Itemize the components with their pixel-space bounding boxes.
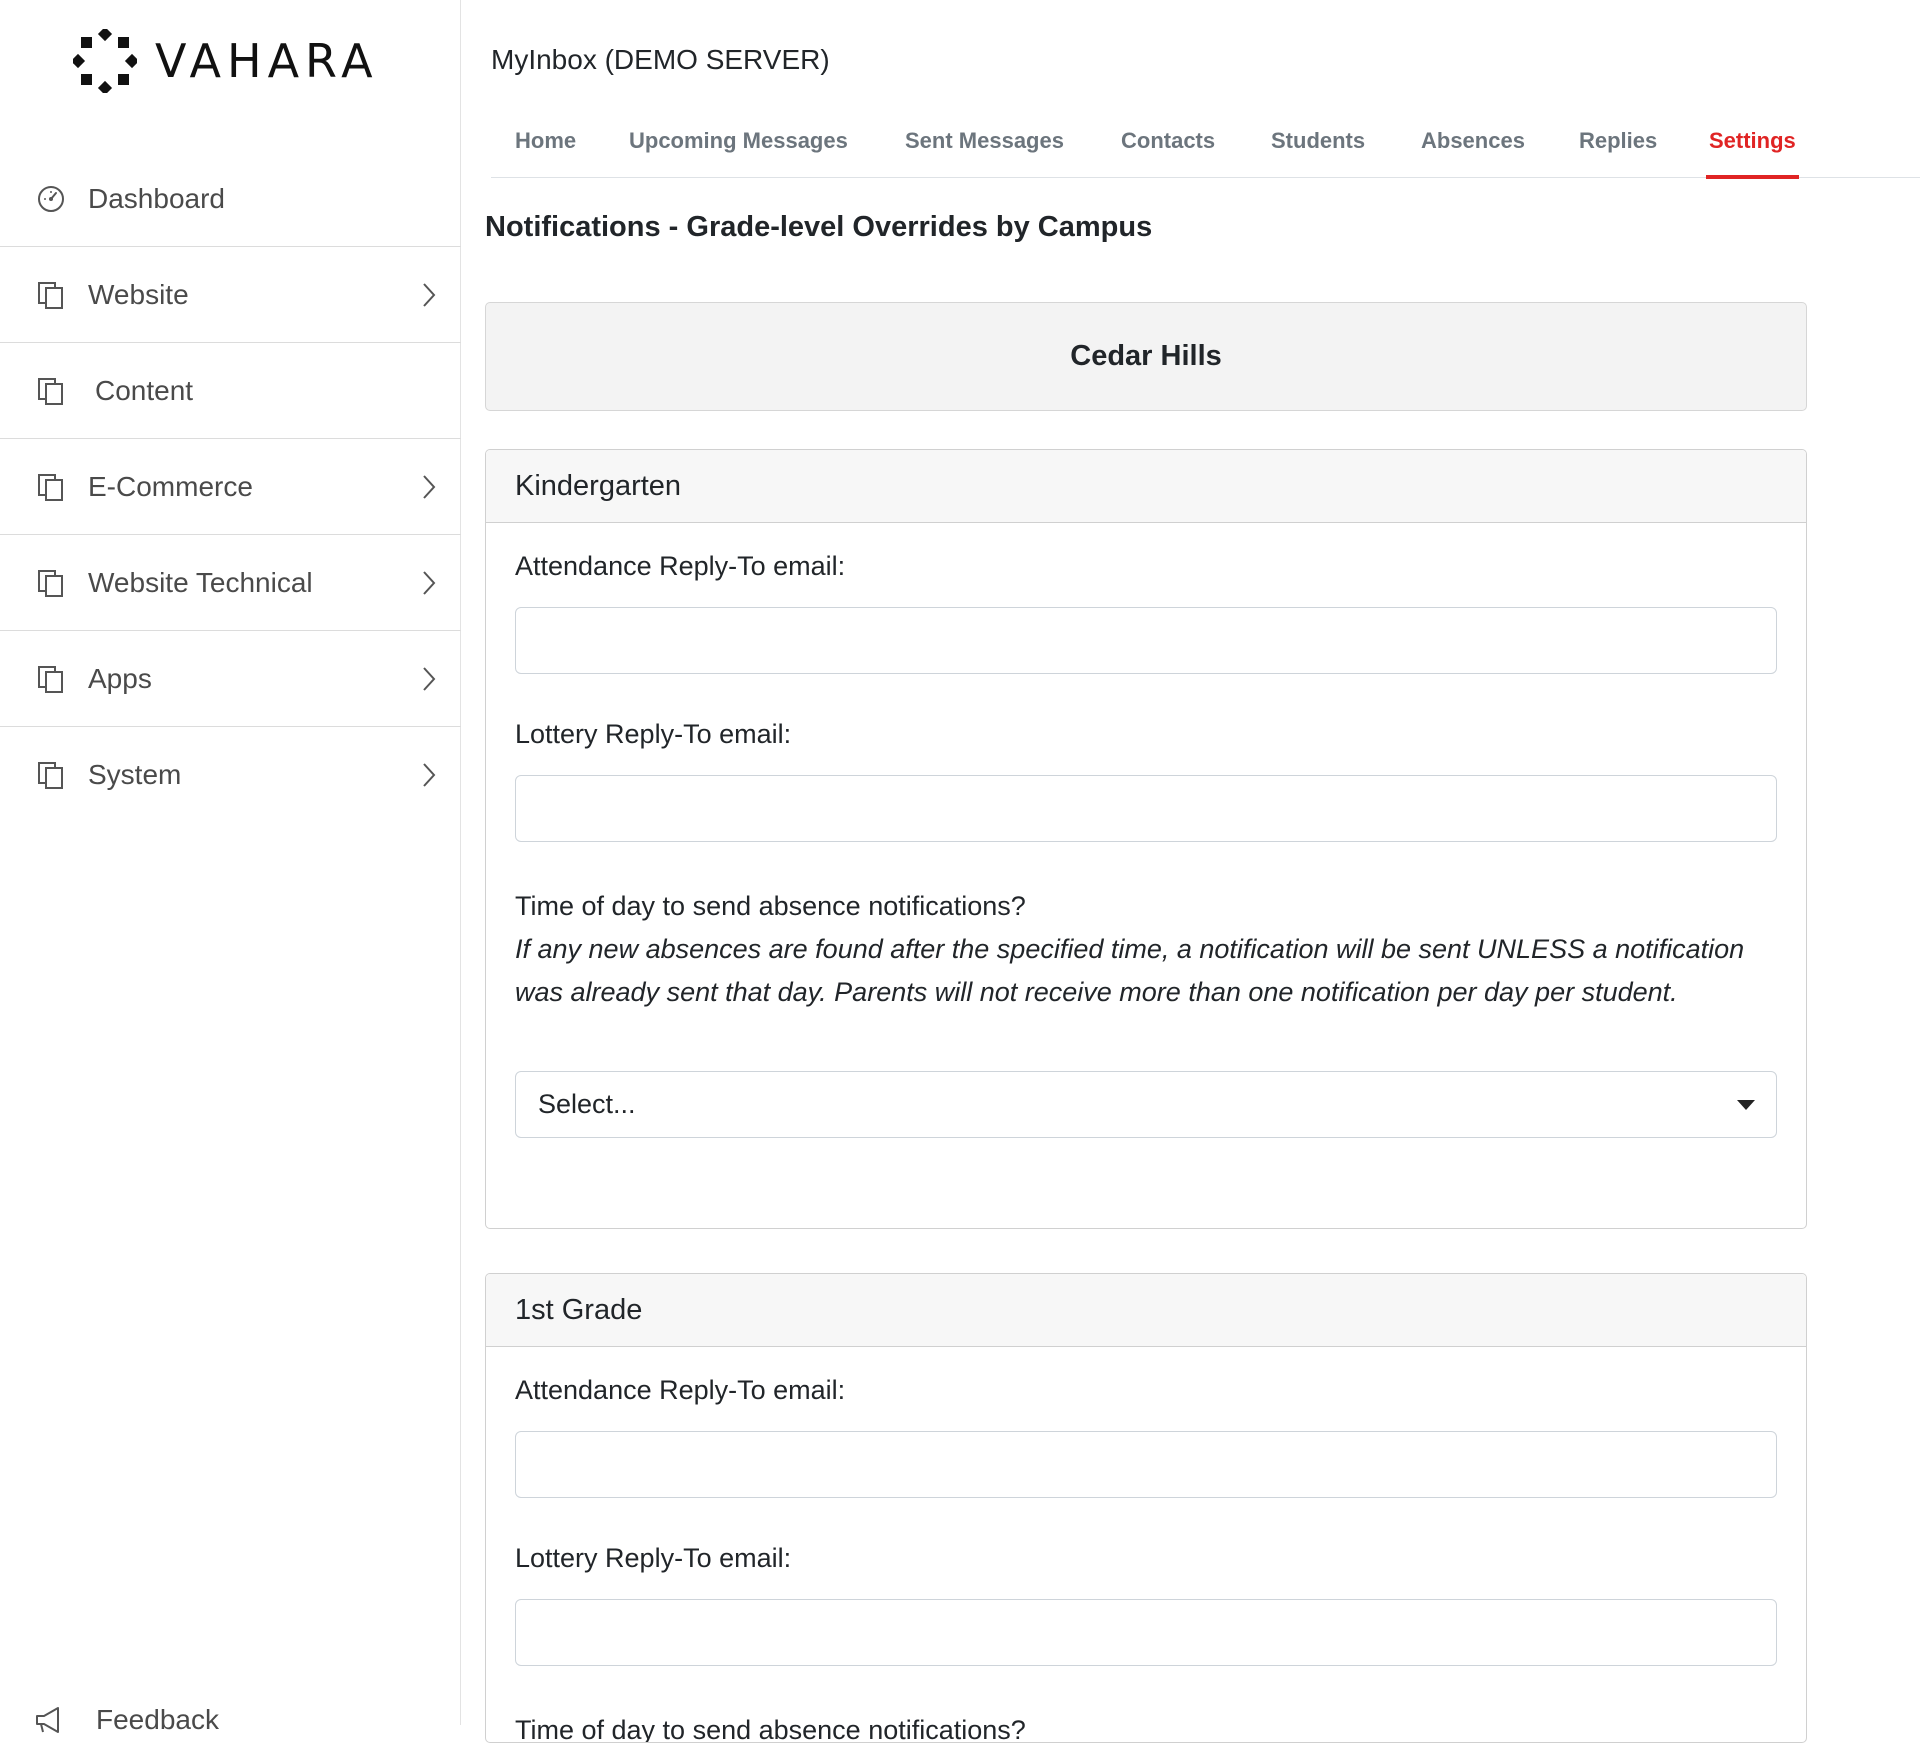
time-of-day-note: If any new absences are found after the … xyxy=(515,934,1745,1007)
sidebar-item-website[interactable]: Website xyxy=(0,247,461,343)
time-of-day-label: Time of day to send absence notification… xyxy=(515,891,1026,921)
dashboard-gauge-icon xyxy=(38,185,64,212)
tab-sent-messages[interactable]: Sent Messages xyxy=(905,118,1064,178)
sidebar-item-label: E-Commerce xyxy=(88,470,253,502)
copy-pages-icon xyxy=(38,473,63,501)
tab-bar: Home Upcoming Messages Sent Messages Con… xyxy=(491,118,1920,179)
attendance-reply-to-input[interactable] xyxy=(515,607,1777,674)
vahara-logo[interactable]: VAHARA xyxy=(73,29,379,93)
grade-card-kindergarten: Kindergarten Attendance Reply-To email: … xyxy=(485,449,1807,1229)
brand-name: VAHARA xyxy=(155,34,379,88)
feedback-link[interactable]: Feedback xyxy=(34,1700,219,1740)
attendance-reply-to-input[interactable] xyxy=(515,1431,1777,1498)
chevron-right-icon xyxy=(423,666,436,691)
chevron-right-icon xyxy=(423,282,436,307)
sidebar-item-website-technical[interactable]: Website Technical xyxy=(0,535,461,631)
tab-home[interactable]: Home xyxy=(515,118,576,178)
copy-pages-icon xyxy=(38,762,63,789)
feedback-label: Feedback xyxy=(96,1704,219,1735)
sidebar-item-label: Website Technical xyxy=(88,566,313,598)
copy-pages-icon xyxy=(38,665,63,693)
page-title: Notifications - Grade-level Overrides by… xyxy=(485,211,1153,243)
tab-students[interactable]: Students xyxy=(1271,118,1365,178)
attendance-reply-to-label: Attendance Reply-To email: xyxy=(515,551,846,581)
sidebar-nav: Dashboard Website Content E-Commerce Web… xyxy=(0,151,461,823)
sidebar-item-apps[interactable]: Apps xyxy=(0,631,461,727)
sidebar-item-label: System xyxy=(88,759,182,790)
tab-absences[interactable]: Absences xyxy=(1421,118,1525,178)
caret-down-icon xyxy=(1737,1099,1755,1110)
app-title: MyInbox (DEMO SERVER) xyxy=(491,44,830,75)
chevron-right-icon xyxy=(423,474,436,499)
tab-settings[interactable]: Settings xyxy=(1706,118,1799,179)
grade-card-1st-grade: 1st Grade Attendance Reply-To email: Lot… xyxy=(485,1273,1807,1743)
lottery-reply-to-input[interactable] xyxy=(515,775,1777,842)
copy-pages-icon xyxy=(38,377,63,405)
time-of-day-help: Time of day to send absence notification… xyxy=(515,1709,1777,1743)
tab-upcoming-messages[interactable]: Upcoming Messages xyxy=(629,118,848,178)
sidebar: VAHARA Dashboard Website Content E-Comme… xyxy=(0,0,461,1735)
campus-header: Cedar Hills xyxy=(485,302,1807,411)
campus-name: Cedar Hills xyxy=(1070,340,1222,372)
time-of-day-select-value: Select... xyxy=(538,1089,636,1119)
time-of-day-help: Time of day to send absence notification… xyxy=(515,885,1777,1014)
time-of-day-select[interactable]: Select... xyxy=(515,1071,1777,1138)
tab-contacts[interactable]: Contacts xyxy=(1121,118,1215,178)
lottery-reply-to-input[interactable] xyxy=(515,1599,1777,1666)
time-of-day-label: Time of day to send absence notification… xyxy=(515,1715,1026,1743)
sidebar-item-dashboard[interactable]: Dashboard xyxy=(0,151,461,247)
megaphone-icon xyxy=(36,1707,59,1733)
grade-card-header: 1st Grade xyxy=(486,1274,1806,1347)
sidebar-item-label: Website xyxy=(88,278,189,310)
copy-pages-icon xyxy=(38,281,63,309)
sidebar-item-label: Content xyxy=(95,374,194,406)
lottery-reply-to-label: Lottery Reply-To email: xyxy=(515,1543,792,1573)
sidebar-item-system[interactable]: System xyxy=(0,727,461,823)
vahara-logo-mark-icon xyxy=(73,29,137,93)
grade-card-header: Kindergarten xyxy=(486,450,1806,523)
sidebar-item-e-commerce[interactable]: E-Commerce xyxy=(0,439,461,535)
lottery-reply-to-label: Lottery Reply-To email: xyxy=(515,719,792,749)
chevron-right-icon xyxy=(423,763,436,787)
attendance-reply-to-label: Attendance Reply-To email: xyxy=(515,1375,846,1405)
sidebar-item-label: Dashboard xyxy=(88,182,225,214)
sidebar-item-label: Apps xyxy=(88,662,152,694)
copy-pages-icon xyxy=(38,569,63,597)
chevron-right-icon xyxy=(423,570,436,595)
tab-replies[interactable]: Replies xyxy=(1579,118,1657,178)
sidebar-item-content[interactable]: Content xyxy=(0,343,461,439)
